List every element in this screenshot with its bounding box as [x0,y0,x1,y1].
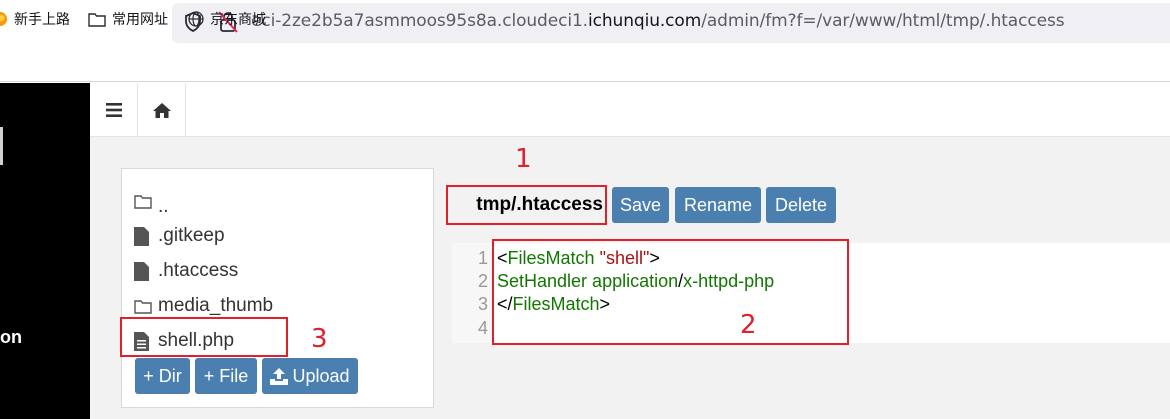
line-number: 1 [477,248,488,268]
file-item-htaccess[interactable]: .htaccess [134,258,238,284]
annotation-label-2: 2 [740,310,757,340]
add-dir-label: + Dir [143,365,182,386]
home-button[interactable] [138,83,186,137]
file-icon [134,226,149,246]
annotation-box-code [492,239,849,345]
sidebar-scroll-indicator [0,127,3,165]
line-number: 4 [477,318,488,338]
delete-label: Delete [774,194,828,215]
add-file-label: + File [203,365,249,386]
top-navbar [90,83,1170,137]
file-item-gitkeep[interactable]: .gitkeep [134,223,225,249]
file-name: .gitkeep [158,225,225,246]
annotation-label-1: 1 [515,144,532,174]
folder-icon [88,12,106,27]
line-number: 2 [477,271,488,291]
file-name: media_thumb [158,295,274,316]
save-label: Save [619,194,662,215]
globe-icon [188,11,204,27]
save-button[interactable]: Save [612,187,669,223]
line-number: 3 [477,294,488,314]
rename-label: Rename [683,194,753,215]
hamburger-icon [105,103,122,117]
home-icon [152,102,171,118]
delete-button[interactable]: Delete [766,187,836,223]
url-prefix: eci-2ze2b5a7asmmoos95s8a.cloudeci1. [251,11,588,31]
sidebar [0,83,90,419]
file-item-parent[interactable]: .. [134,188,169,217]
bookmark-label: 京东商城 [210,12,266,28]
annotation-box-shell [120,317,288,357]
bookmarks-bar [0,46,1170,82]
url-text[interactable]: eci-2ze2b5a7asmmoos95s8a.cloudeci1.ichun… [251,11,1065,31]
bookmark-label: 常用网址 [112,12,168,28]
bookmark-jingdong[interactable]: 京东商城 [188,8,266,30]
file-icon [134,261,149,281]
bookmark-label: 新手上路 [14,12,70,28]
firefox-icon [0,12,7,26]
add-file-button[interactable]: + File [195,358,257,394]
menu-button[interactable] [90,83,138,137]
bookmark-changyong[interactable]: 常用网址 [88,8,168,30]
upload-label: Upload [292,365,350,386]
add-dir-button[interactable]: + Dir [135,358,190,394]
file-item-media-thumb[interactable]: media_thumb [134,293,273,319]
upload-button[interactable]: Upload [262,358,358,394]
sidebar-partial-text: on [0,327,22,347]
url-path: /admin/fm?f=/var/www/html/tmp/.htaccess [701,11,1065,31]
file-name: .htaccess [158,260,239,281]
folder-icon [134,194,152,209]
upload-icon [270,367,289,385]
folder-icon [134,299,152,314]
bookmark-xinshou[interactable]: 新手上路 [0,8,70,30]
url-host: ichunqiu.com [587,11,702,31]
file-name: .. [158,196,169,217]
annotation-label-3: 3 [311,324,328,354]
annotation-box-filename [446,185,607,225]
rename-button[interactable]: Rename [675,187,761,223]
